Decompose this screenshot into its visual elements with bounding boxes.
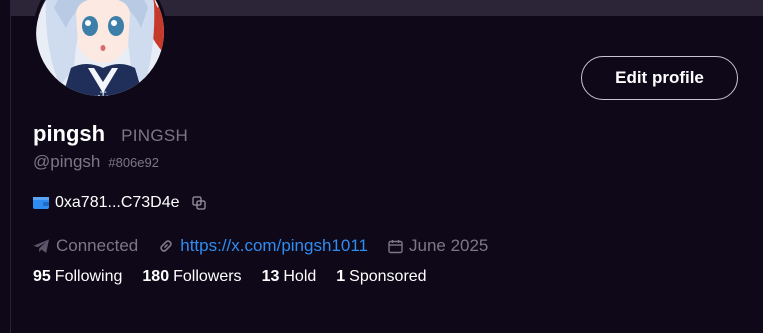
stat-label: Hold (283, 268, 317, 285)
profile-meta: Connected https://x.com/pingsh1011 June … (33, 236, 508, 256)
external-link[interactable]: https://x.com/pingsh1011 (180, 236, 368, 256)
status-text: Connected (56, 236, 139, 255)
stat-label: Followers (173, 268, 242, 285)
stats-row: 95 Following 180 Followers 13 Hold 1 Sponsor… (33, 268, 447, 286)
joined-text: June 2025 (408, 236, 489, 255)
profile-link: https://x.com/pingsh1011 (158, 236, 368, 256)
connection-status: Connected (33, 236, 138, 256)
stat-label: Following (54, 268, 123, 285)
tag-name: PINGSH (121, 126, 189, 145)
copy-icon[interactable] (191, 196, 206, 210)
stat-sponsored[interactable]: 1 Sponsored (336, 268, 426, 286)
stat-count: 180 (142, 268, 170, 285)
telegram-icon (33, 239, 50, 254)
stat-count: 95 (33, 268, 51, 285)
profile-card: ⚓ Edit profile pingsh PINGSH @pingsh #80… (10, 0, 763, 333)
stat-followers[interactable]: 180 Followers (142, 268, 241, 286)
stat-count: 13 (261, 268, 280, 285)
handle-row: @pingsh #806e92 (33, 152, 159, 172)
wallet-address: 0xa781...C73D4e (55, 194, 180, 211)
wallet-icon (33, 196, 49, 210)
user-handle: @pingsh (33, 152, 101, 171)
stat-following[interactable]: 95 Following (33, 268, 122, 286)
stat-hold[interactable]: 13 Hold (262, 268, 317, 286)
stat-count: 1 (336, 268, 346, 285)
svg-text:⚓: ⚓ (97, 86, 110, 99)
stat-label: Sponsored (349, 268, 427, 285)
edit-profile-button[interactable]: Edit profile (581, 56, 738, 100)
display-name: pingsh (33, 121, 106, 146)
hex-code: #806e92 (108, 155, 159, 170)
wallet-row: 0xa781...C73D4e (33, 194, 206, 212)
name-row: pingsh PINGSH (33, 121, 188, 147)
link-icon (158, 238, 174, 254)
avatar[interactable]: ⚓ (33, 0, 167, 99)
calendar-icon (388, 239, 403, 254)
join-date: June 2025 (388, 236, 488, 256)
